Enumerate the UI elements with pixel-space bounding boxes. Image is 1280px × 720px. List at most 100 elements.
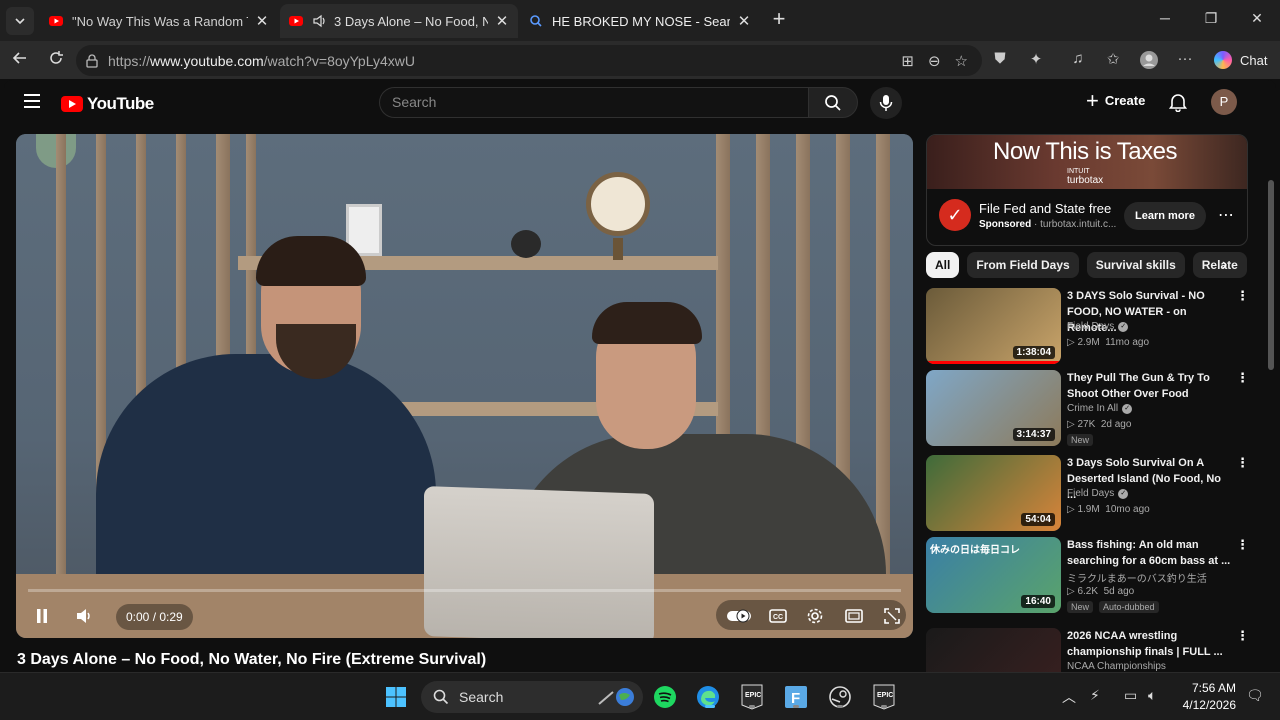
recommendation-thumbnail[interactable] — [926, 628, 1061, 672]
volume-tray-icon[interactable]: 🔈︎ — [1148, 687, 1156, 704]
more-actions-icon[interactable]: ⋮ — [1236, 628, 1249, 644]
recommendation-thumbnail[interactable]: 1:38:04 — [926, 288, 1061, 364]
recommendation-item[interactable]: 3:14:37 They Pull The Gun & Try To Shoot … — [926, 370, 1256, 446]
taskbar-search[interactable]: Search — [421, 681, 643, 713]
close-tab-icon[interactable]: ✕ — [254, 12, 270, 30]
recommendation-channel[interactable]: ミラクルまあーのバス釣り生活 — [1067, 570, 1207, 585]
back-button[interactable] — [8, 49, 32, 71]
close-tab-icon[interactable]: ✕ — [494, 12, 510, 30]
pause-button[interactable] — [30, 604, 54, 628]
search-input[interactable]: Search — [379, 87, 808, 118]
autoplay-toggle[interactable] — [726, 604, 752, 628]
refresh-button[interactable] — [44, 49, 68, 71]
taskbar-clock[interactable]: 7:56 AM 4/12/2026 — [1180, 680, 1236, 714]
ad-headline: Now This is Taxes — [992, 138, 1178, 165]
more-actions-icon[interactable]: ⋮ — [1236, 288, 1249, 304]
spotify-app[interactable] — [651, 683, 679, 711]
recommendation-title[interactable]: Bass fishing: An old man searching for a… — [1067, 537, 1232, 569]
theater-mode-button[interactable] — [842, 604, 866, 628]
minimize-button[interactable]: ─ — [1155, 10, 1175, 26]
chip-related[interactable]: Relate — [1192, 252, 1247, 278]
recommendation-item[interactable]: 1:38:04 3 DAYS Solo Survival - NO FOOD, N… — [926, 288, 1256, 364]
start-button[interactable] — [382, 683, 410, 711]
video-player[interactable]: 0:00 / 0:29 CC — [16, 134, 913, 638]
youtube-play-icon — [61, 96, 83, 112]
learn-more-button[interactable]: Learn more — [1124, 202, 1206, 230]
recommendation-channel[interactable]: Crime In All ✓ — [1067, 403, 1133, 414]
app-available-icon[interactable]: ⊞ — [901, 52, 914, 70]
settings-button[interactable] — [803, 604, 827, 628]
account-avatar[interactable]: P — [1211, 89, 1237, 115]
recommendation-badges: New — [1067, 434, 1094, 446]
epic-games-app[interactable]: EPIC — [738, 683, 766, 711]
recommendation-meta: ▷ 27K 2d ago — [1067, 419, 1131, 430]
chip-all[interactable]: All — [926, 252, 960, 278]
recommendation-channel[interactable]: Field Days ✓ — [1067, 321, 1129, 332]
copilot-chat-button[interactable]: Chat — [1208, 46, 1274, 74]
more-actions-icon[interactable]: ⋮ — [1236, 455, 1249, 471]
recommendation-item[interactable]: 54:04 3 Days Solo Survival On A Deserted … — [926, 455, 1256, 531]
browser-tab-3[interactable]: HE BROKED MY NOSE - Search ✕ — [520, 4, 760, 38]
address-bar[interactable]: https://www.youtube.com/watch?v=8oyYpLy4… — [76, 45, 982, 76]
recommendation-thumbnail[interactable]: 3:14:37 — [926, 370, 1061, 446]
browser-tab-2[interactable]: 3 Days Alone – No Food, No W ✕ — [280, 4, 518, 38]
search-button[interactable] — [808, 87, 858, 118]
chip-survival-skills[interactable]: Survival skills — [1086, 252, 1185, 278]
close-window-button[interactable]: ✕ — [1247, 10, 1267, 27]
chevron-right-icon[interactable]: › — [1222, 256, 1227, 274]
time-display: 0:00 / 0:29 — [116, 604, 193, 630]
fortnite-app[interactable]: F — [782, 683, 810, 711]
notifications-bell-icon[interactable] — [1168, 92, 1188, 117]
recommendation-thumbnail[interactable]: 休みの日は毎日コレ 16:40 — [926, 537, 1061, 613]
zoom-icon[interactable]: ⊖ — [928, 52, 941, 70]
views-icon: ▷ — [1067, 419, 1078, 430]
recommendation-item[interactable]: 休みの日は毎日コレ 16:40 Bass fishing: An old man s… — [926, 537, 1256, 613]
steam-like-app[interactable] — [826, 683, 854, 711]
fullscreen-button[interactable] — [880, 604, 904, 628]
create-button[interactable]: + Create — [1086, 89, 1145, 111]
network-status-icon[interactable]: ⚡ — [1090, 687, 1100, 704]
notifications-icon[interactable]: 🗨︎ — [1246, 687, 1264, 704]
recommendation-badges: New Auto-dubbed — [1067, 601, 1159, 613]
site-info-icon[interactable] — [84, 53, 100, 69]
new-tab-button[interactable]: + — [768, 8, 790, 31]
recommendation-thumbnail[interactable]: 54:04 — [926, 455, 1061, 531]
recommendation-title[interactable]: They Pull The Gun & Try To Shoot Other O… — [1067, 370, 1232, 402]
voice-search-button[interactable] — [870, 87, 902, 119]
show-hidden-icons-chevron-icon[interactable]: ︿ — [1062, 687, 1076, 707]
more-actions-icon[interactable]: ⋮ — [1236, 537, 1249, 553]
epic-games-app-2[interactable]: EPIC — [870, 683, 898, 711]
restore-button[interactable]: ❐ — [1201, 10, 1221, 27]
recommendation-item[interactable]: 2026 NCAA wrestling championship finals … — [926, 628, 1256, 672]
page-scrollbar[interactable] — [1268, 180, 1274, 550]
favorites-icon[interactable]: ✩ — [1103, 50, 1123, 70]
tab-actions-menu-button[interactable] — [6, 7, 34, 35]
recommendation-channel[interactable]: Field Days ✓ — [1067, 488, 1129, 499]
display-icon[interactable]: ▭ — [1124, 687, 1137, 704]
settings-more-icon[interactable]: ··· — [1175, 50, 1195, 70]
extensions-puzzle-icon[interactable]: ✦ — [1026, 50, 1046, 70]
guide-menu-icon[interactable] — [24, 94, 40, 112]
ad-title[interactable]: File Fed and State free — [979, 201, 1111, 216]
running-indicator — [881, 705, 887, 708]
extension-icon[interactable]: ⛊ — [990, 50, 1010, 70]
svg-text:EPIC: EPIC — [745, 692, 761, 699]
ad-more-options-icon[interactable]: ⋯ — [1218, 205, 1234, 225]
mute-button[interactable] — [72, 604, 96, 628]
media-control-icon[interactable]: ♫ — [1068, 50, 1088, 70]
recommendation-channel[interactable]: NCAA Championships — [1067, 661, 1166, 672]
recommendation-title[interactable]: 2026 NCAA wrestling championship finals … — [1067, 628, 1232, 660]
close-tab-icon[interactable]: ✕ — [736, 12, 752, 30]
video-progress-bar[interactable] — [28, 589, 901, 592]
browser-tab-1[interactable]: "No Way This Was a Random Traffi ✕ — [40, 4, 278, 38]
youtube-logo[interactable]: YouTube — [61, 94, 154, 114]
favorite-star-icon[interactable]: ☆ — [955, 52, 968, 70]
speaker-icon[interactable] — [312, 13, 328, 29]
edge-app[interactable] — [694, 683, 722, 711]
view-count: 2.9M — [1077, 337, 1100, 348]
more-actions-icon[interactable]: ⋮ — [1236, 370, 1249, 386]
sponsored-ad-card[interactable]: Now This is Taxes INTUIT turbotax ✓ File… — [926, 134, 1248, 246]
profile-icon[interactable] — [1139, 50, 1159, 70]
captions-button[interactable]: CC — [766, 604, 790, 628]
chip-from-field-days[interactable]: From Field Days — [967, 252, 1079, 278]
